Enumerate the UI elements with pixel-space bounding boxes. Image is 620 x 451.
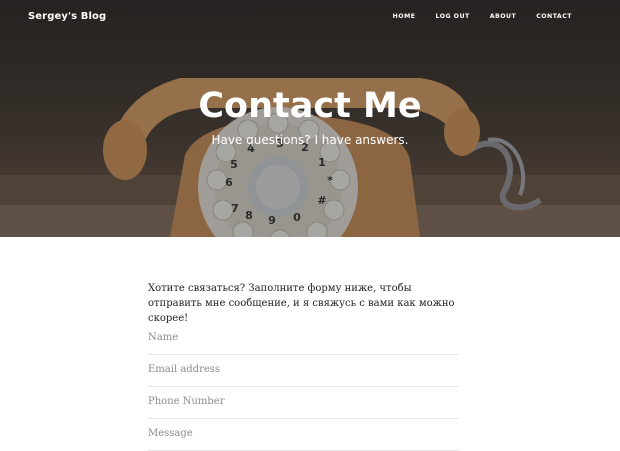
- nav-log-out[interactable]: LOG OUT: [435, 13, 469, 20]
- name-input[interactable]: [148, 329, 459, 345]
- page-title: Contact Me: [198, 86, 422, 126]
- intro-text: Хотите связаться? Заполните форму ниже, …: [148, 283, 455, 324]
- phone-input[interactable]: [148, 393, 459, 409]
- email-input[interactable]: [148, 361, 459, 377]
- hero-header: 56 78 09 1 * #4 32 Sergey's Blog HOME LOG…: [0, 0, 620, 237]
- main-nav: HOME LOG OUT ABOUT CONTACT: [373, 13, 572, 20]
- message-field: [148, 418, 459, 451]
- nav-contact[interactable]: CONTACT: [536, 13, 572, 20]
- name-field: [148, 322, 459, 355]
- page-subtitle: Have questions? I have answers.: [211, 133, 409, 147]
- nav-about[interactable]: ABOUT: [490, 13, 517, 20]
- nav-home[interactable]: HOME: [393, 13, 416, 20]
- phone-field: [148, 386, 459, 419]
- brand-logo[interactable]: Sergey's Blog: [28, 11, 106, 22]
- message-input[interactable]: [148, 425, 459, 441]
- email-field: [148, 354, 459, 387]
